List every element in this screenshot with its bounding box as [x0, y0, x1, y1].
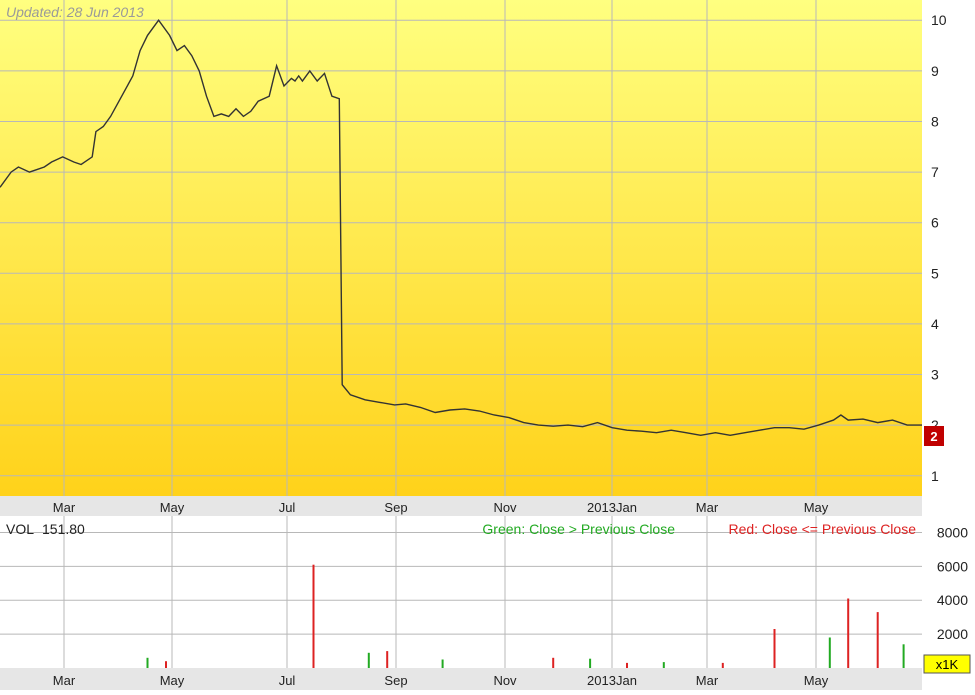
price-x-tick-2: Jul — [279, 500, 296, 515]
volume-bar-3 — [367, 652, 370, 668]
volume-bar-15 — [902, 644, 905, 668]
price-y-tick-7: 7 — [931, 164, 939, 180]
price-y-tick-5: 5 — [931, 265, 939, 281]
price-x-tick-6: Mar — [696, 500, 719, 515]
volume-bar-0 — [146, 657, 149, 668]
volume-bar-6 — [552, 657, 555, 668]
price-y-tick-3: 3 — [931, 367, 939, 383]
volume-x-tick-5: 2013Jan — [587, 673, 637, 688]
updated-label: Updated: 28 Jun 2013 — [6, 4, 144, 20]
price-x-tick-5: 2013Jan — [587, 500, 637, 515]
price-panel-background — [0, 0, 922, 496]
volume-x-tick-0: Mar — [53, 673, 76, 688]
price-y-tick-10: 10 — [931, 12, 947, 28]
price-x-tick-7: May — [804, 500, 829, 515]
volume-unit-badge-text: x1K — [936, 657, 959, 672]
price-x-axis-strip — [0, 496, 922, 516]
stock-chart: 1 2 3 4 5 6 7 8 9 10 Updated: 28 Jun 2013 Mar May J… — [0, 0, 975, 690]
volume-value: 151.80 — [42, 521, 85, 537]
volume-bar-10 — [721, 662, 724, 668]
volume-bar-7 — [589, 658, 592, 668]
volume-label: VOL — [6, 521, 34, 537]
price-y-tick-8: 8 — [931, 113, 939, 129]
volume-y-tick-4000: 4000 — [937, 592, 968, 608]
volume-y-tick-8000: 8000 — [937, 524, 968, 540]
volume-x-tick-2: Jul — [279, 673, 296, 688]
volume-y-axis: 2000 4000 6000 8000 — [937, 524, 968, 642]
volume-bar-12 — [828, 637, 831, 668]
volume-bar-5 — [441, 659, 444, 668]
volume-x-tick-1: May — [160, 673, 185, 688]
volume-x-axis-strip — [0, 668, 922, 690]
volume-bar-8 — [626, 662, 628, 668]
volume-bar-1 — [165, 661, 167, 668]
price-y-tick-1: 1 — [931, 468, 939, 484]
volume-panel-background — [0, 516, 922, 668]
volume-bar-13 — [847, 598, 850, 668]
price-axis-background — [922, 0, 975, 496]
volume-bar-9 — [662, 662, 665, 668]
price-x-tick-4: Nov — [493, 500, 517, 515]
price-x-tick-0: Mar — [53, 500, 76, 515]
volume-x-tick-6: Mar — [696, 673, 719, 688]
volume-x-tick-4: Nov — [493, 673, 517, 688]
price-y-tick-9: 9 — [931, 63, 939, 79]
volume-bar-4 — [386, 651, 389, 668]
legend-green-text: Green: Close > Previous Close — [482, 521, 675, 537]
volume-bar-11 — [773, 629, 776, 668]
volume-bar-2 — [312, 564, 315, 668]
volume-y-tick-6000: 6000 — [937, 558, 968, 574]
price-y-tick-6: 6 — [931, 215, 939, 231]
volume-y-tick-2000: 2000 — [937, 626, 968, 642]
price-x-tick-1: May — [160, 500, 185, 515]
volume-bar-14 — [876, 612, 879, 668]
legend-red-text: Red: Close <= Previous Close — [728, 521, 916, 537]
price-y-tick-4: 4 — [931, 316, 939, 332]
volume-x-tick-7: May — [804, 673, 829, 688]
volume-x-tick-3: Sep — [384, 673, 407, 688]
price-x-tick-3: Sep — [384, 500, 407, 515]
last-price-badge-text: 2 — [930, 429, 937, 444]
chart-canvas: 1 2 3 4 5 6 7 8 9 10 Updated: 28 Jun 2013 Mar May J… — [0, 0, 975, 690]
